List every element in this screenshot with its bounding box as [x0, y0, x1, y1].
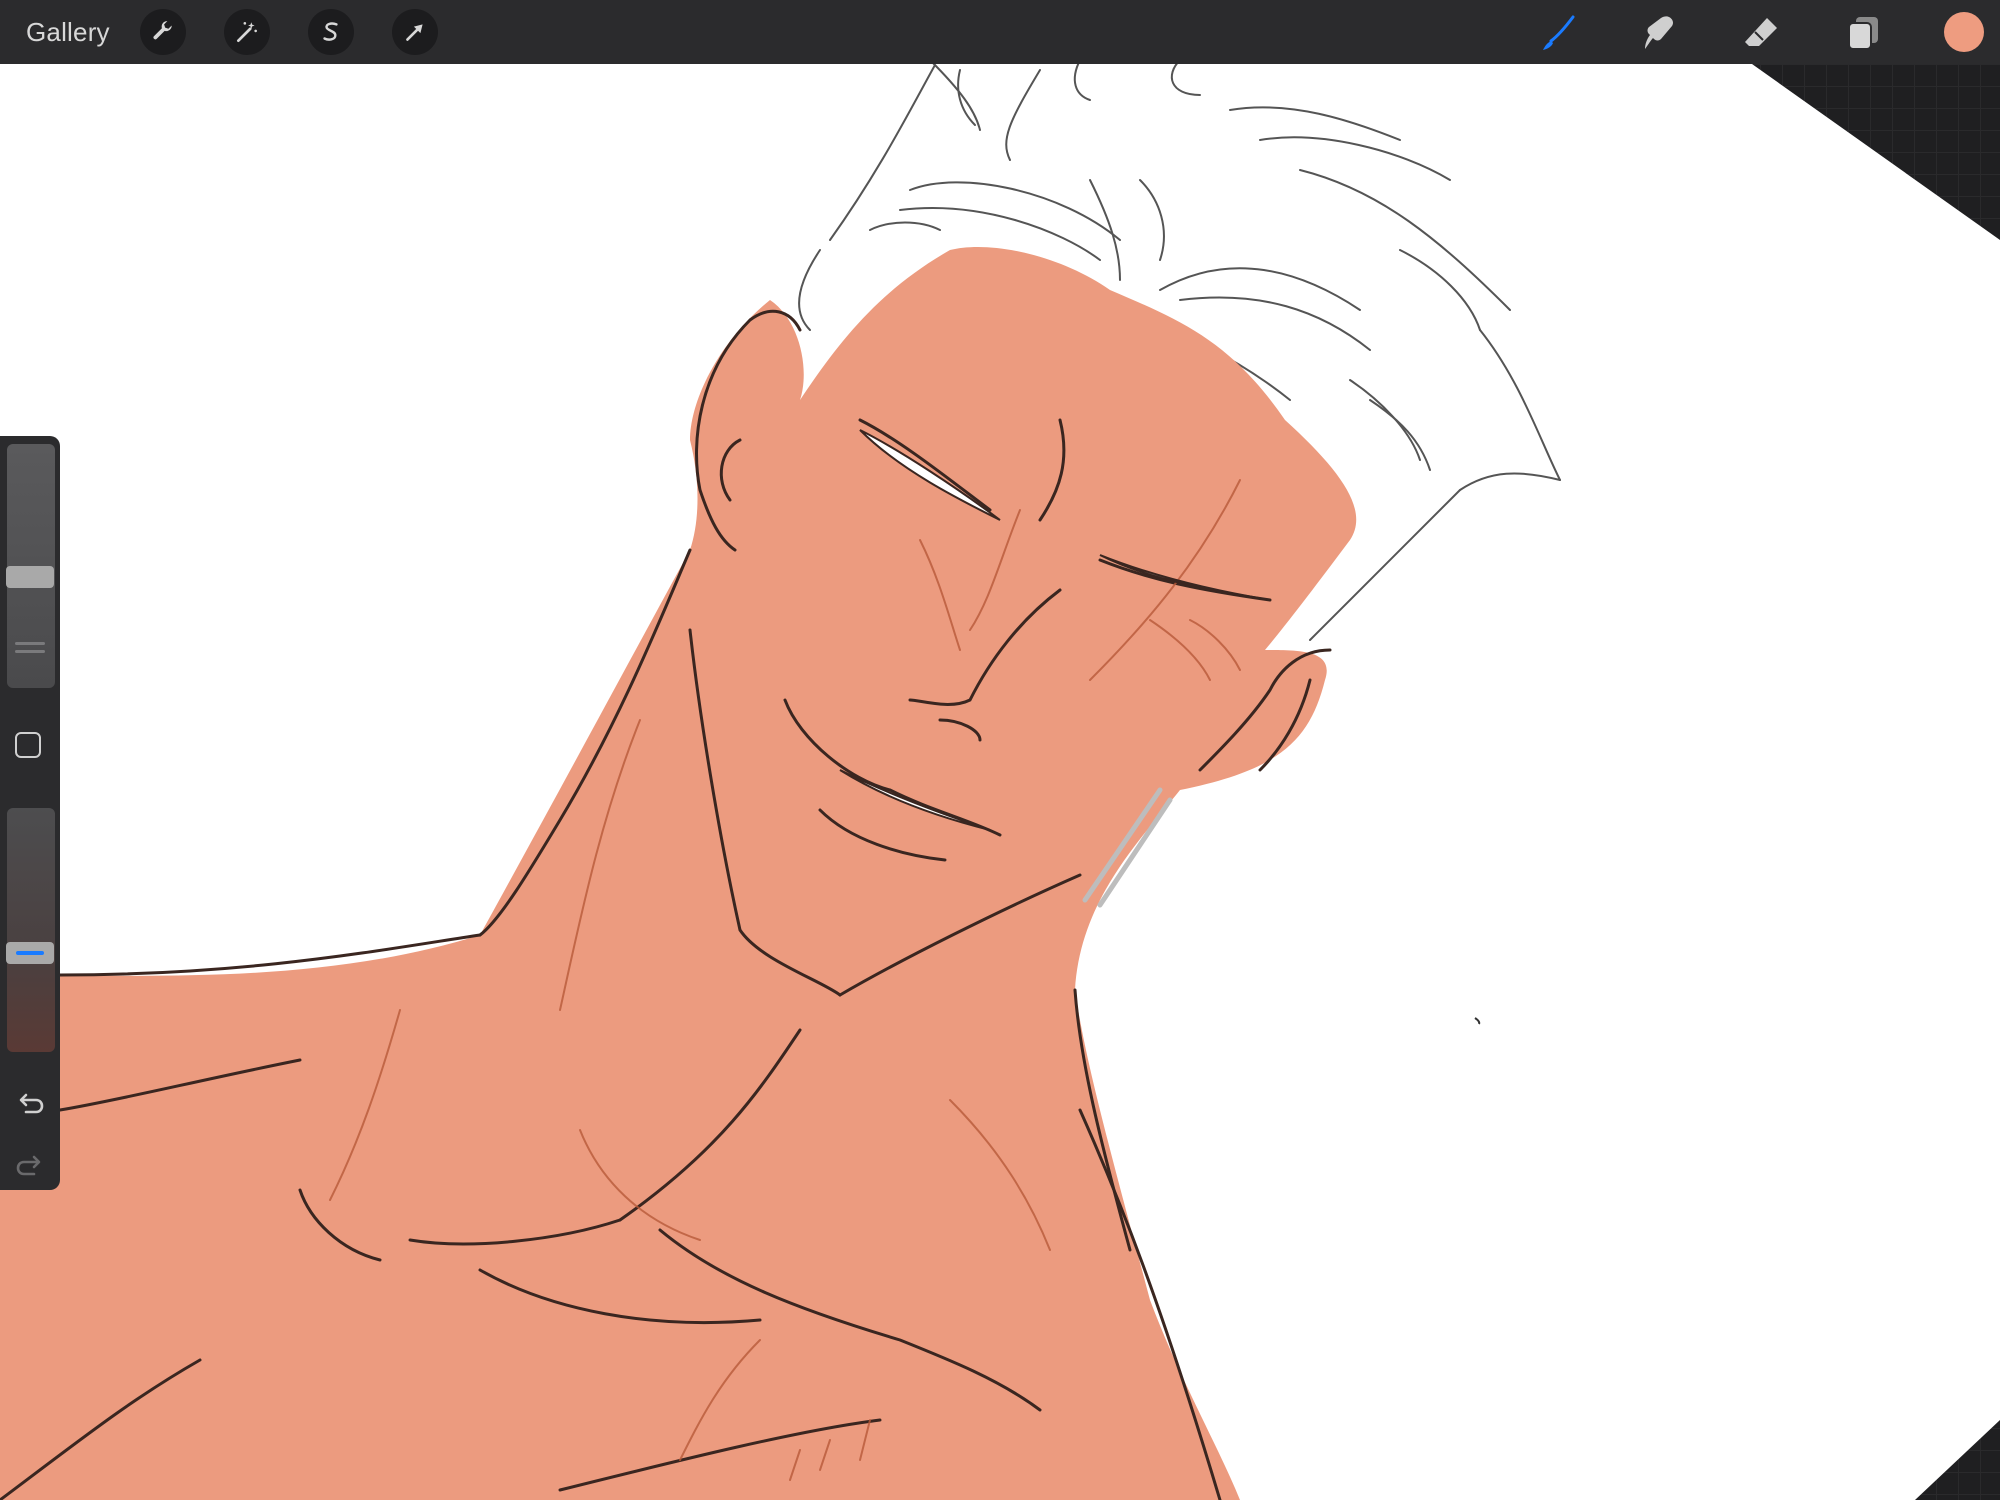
top-toolbar: Gallery — [0, 0, 2000, 64]
layers-button[interactable] — [1840, 10, 1886, 56]
left-sidebar — [0, 436, 60, 1190]
brush-tool-button[interactable] — [1536, 10, 1582, 56]
redo-button[interactable] — [14, 1150, 46, 1182]
adjustments-button[interactable] — [224, 9, 270, 55]
color-picker-button[interactable] — [1944, 12, 1984, 52]
undo-arrow-icon — [19, 1093, 44, 1114]
selection-s-icon — [323, 22, 338, 41]
procreate-app: Gallery — [0, 0, 2000, 1500]
sidebar-grip-icon[interactable] — [15, 642, 45, 656]
drawing-canvas[interactable] — [0, 0, 2000, 1500]
selection-button[interactable] — [308, 9, 354, 55]
gallery-button[interactable]: Gallery — [26, 14, 110, 50]
transform-button[interactable] — [392, 9, 438, 55]
arrow-cursor-icon — [406, 24, 423, 41]
brush-size-handle[interactable] — [6, 566, 54, 588]
opacity-handle[interactable] — [6, 942, 54, 964]
smudge-finger-icon — [1645, 16, 1673, 49]
actions-button[interactable] — [140, 9, 186, 55]
magic-wand-icon — [236, 22, 257, 43]
redo-arrow-icon — [16, 1155, 41, 1176]
smudge-tool-button[interactable] — [1636, 10, 1682, 56]
eraser-tool-button[interactable] — [1738, 10, 1784, 56]
opacity-slider[interactable] — [7, 808, 55, 1052]
brush-icon — [1543, 15, 1575, 50]
eraser-icon — [1745, 18, 1777, 46]
layers-icon — [1848, 17, 1878, 50]
square-modify-icon[interactable] — [15, 732, 41, 758]
wrench-icon — [153, 21, 172, 40]
undo-button[interactable] — [14, 1088, 46, 1120]
